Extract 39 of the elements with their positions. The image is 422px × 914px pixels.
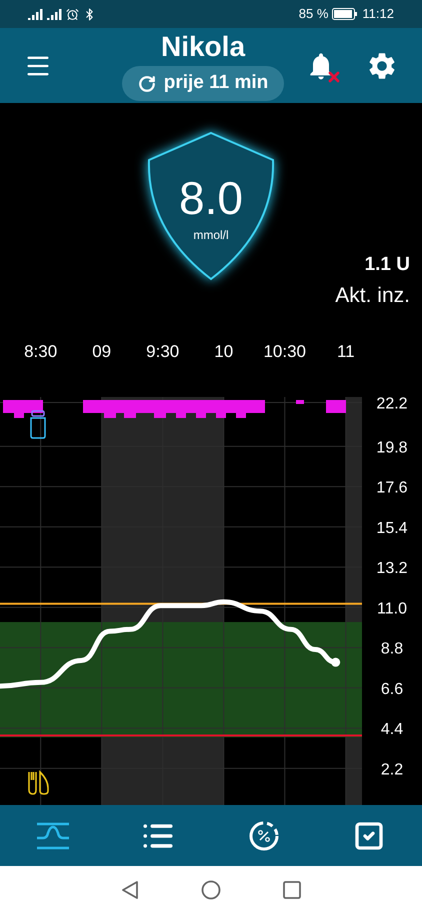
insulin-vial-icon (30, 410, 46, 439)
glucose-axis-label: 13.2 (376, 560, 408, 578)
battery-percent: 85 % (298, 5, 328, 24)
home-icon[interactable] (201, 880, 221, 900)
refresh-icon (138, 74, 156, 92)
glucose-axis-label: 8.8 (380, 640, 404, 658)
cross-icon (326, 68, 342, 84)
glucose-axis-label: 17.6 (376, 480, 408, 497)
checkbox-icon (353, 820, 386, 852)
time-label: 10:30 (263, 342, 306, 361)
glucose-axis-label: 11.0 (377, 600, 407, 618)
alarm-icon (66, 8, 79, 20)
glucose-axis-label: 22.2 (376, 396, 408, 412)
active-insulin-label: Akt. inz. (335, 282, 410, 308)
clock: 11:12 (362, 5, 394, 24)
time-label: 10 (214, 342, 234, 361)
recent-apps-icon[interactable] (283, 881, 301, 899)
glucose-axis-label: 4.4 (380, 721, 404, 738)
patient-name: Nikola (160, 30, 246, 64)
glucose-axis-label: 15.4 (376, 520, 408, 537)
trend-graph-icon (36, 822, 70, 850)
glucose-axis-label: 6.6 (380, 680, 404, 698)
battery-icon (332, 8, 358, 20)
signal-icon (28, 8, 62, 20)
glucose-value: 8.0 (179, 174, 243, 222)
meal-icon (28, 771, 49, 795)
time-label: 8:30 (24, 342, 58, 361)
bluetooth-icon (83, 8, 96, 20)
current-reading-dot (331, 658, 340, 667)
glucose-axis-label: 19.8 (376, 439, 408, 456)
active-insulin-amount: 1.1 U (364, 253, 410, 277)
refresh-button[interactable]: prije 11 min (122, 66, 284, 101)
time-label: 9:30 (146, 342, 180, 361)
time-label: 11 (336, 342, 355, 361)
glucose-axis-label: 2.2 (380, 761, 404, 778)
back-icon[interactable] (121, 880, 139, 900)
percent-circle-icon (248, 820, 280, 852)
glucose-unit: mmol/l (193, 227, 229, 244)
time-label: 09 (92, 342, 112, 361)
